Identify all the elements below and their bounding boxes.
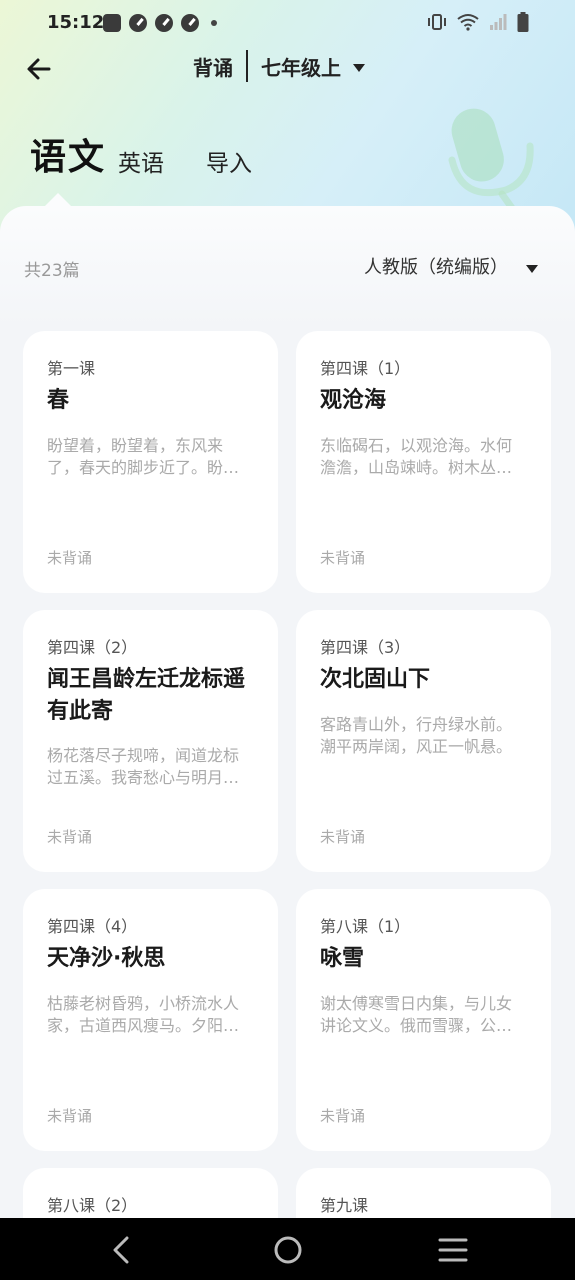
recents-nav-icon[interactable]: [433, 1230, 473, 1270]
card-lesson-number: 第九课: [320, 1196, 369, 1215]
lesson-card[interactable]: 第一课 春 盼望着，盼望着，东风来了，春天的脚步近了。盼望着，盼望着，东风来了，…: [23, 331, 278, 593]
chevron-down-icon: [526, 265, 538, 273]
dot-icon: [211, 20, 217, 26]
card-title: 天净沙·秋思: [47, 946, 166, 971]
card-status: 未背诵: [47, 1107, 93, 1125]
active-tab-indicator: [44, 193, 72, 207]
home-nav-icon[interactable]: [268, 1230, 308, 1270]
mode-label: 背诵: [193, 55, 233, 80]
card-excerpt: 谢太傅寒雪日内集，与儿女讲论文义。俄而雪骤，公欣然曰。: [320, 994, 513, 1035]
gauge-icon: [129, 14, 147, 32]
lesson-card[interactable]: 第四课（1） 观沧海 东临碣石，以观沧海。水何澹澹，山岛竦峙。树木丛生，百草丰茂…: [296, 331, 551, 593]
back-nav-icon[interactable]: [102, 1230, 142, 1270]
card-title: 春: [47, 388, 70, 413]
card-title: 闻王昌龄左迁龙标遥有此寄: [47, 667, 246, 724]
card-title: 观沧海: [320, 388, 387, 413]
lesson-card[interactable]: 第四课（3） 次北固山下 客路青山外，行舟绿水前。潮平两岸阔，风正一帆悬。 未背…: [296, 610, 551, 872]
card-title: 咏雪: [320, 946, 365, 971]
card-status: 未背诵: [47, 549, 93, 567]
wifi-icon: [457, 14, 479, 31]
lesson-card[interactable]: 第九课: [296, 1168, 551, 1218]
card-lesson-number: 第四课（3）: [320, 638, 411, 657]
mode-grade-selector[interactable]: 背诵 七年级上: [193, 50, 365, 82]
system-nav-bar: [0, 1218, 575, 1280]
tab-english[interactable]: 英语: [118, 144, 164, 178]
tab-import[interactable]: 导入: [206, 144, 252, 178]
card-excerpt: 盼望着，盼望着，东风来了，春天的脚步近了。盼望着，盼望着，东风来了，春天的脚步近…: [47, 436, 240, 477]
card-status: 未背诵: [320, 1107, 366, 1125]
grade-label: 七年级上: [261, 55, 341, 80]
notification-bag-icon: [103, 14, 121, 32]
title-divider: [246, 50, 248, 82]
card-excerpt: 杨花落尽子规啼，闻道龙标过五溪。我寄愁心与明月，随君直到夜郎西。: [47, 746, 240, 787]
gauge-icon: [155, 14, 173, 32]
signal-icon: [490, 14, 507, 30]
card-excerpt: 枯藤老树昏鸦，小桥流水人家，古道西风瘦马。夕阳西下，断肠人在天涯。: [47, 994, 240, 1035]
edition-label: 人教版（统编版）: [364, 257, 508, 278]
card-status: 未背诵: [47, 828, 93, 846]
status-bar: 15:12: [0, 0, 575, 48]
battery-icon: [517, 12, 529, 32]
tab-chinese[interactable]: 语文: [30, 128, 106, 180]
lesson-card[interactable]: 第八课（2）: [23, 1168, 278, 1218]
status-time: 15:12: [47, 12, 105, 33]
card-excerpt: 客路青山外，行舟绿水前。潮平两岸阔，风正一帆悬。: [320, 715, 513, 756]
edition-selector[interactable]: 人教版（统编版）: [364, 253, 538, 279]
status-notification-icons: [103, 14, 217, 32]
card-lesson-number: 第八课（1）: [320, 917, 411, 936]
gauge-icon: [181, 14, 199, 32]
chevron-down-icon: [353, 64, 365, 72]
card-excerpt: 东临碣石，以观沧海。水何澹澹，山岛竦峙。树木丛生，百草丰茂。: [320, 436, 513, 477]
card-lesson-number: 第四课（4）: [47, 917, 138, 936]
card-lesson-number: 第四课（1）: [320, 359, 411, 378]
top-bar: 背诵 七年级上: [0, 48, 575, 92]
card-status: 未背诵: [320, 549, 366, 567]
card-lesson-number: 第一课: [47, 359, 96, 378]
vibrate-icon: [428, 14, 446, 30]
lesson-card[interactable]: 第四课（4） 天净沙·秋思 枯藤老树昏鸦，小桥流水人家，古道西风瘦马。夕阳西下，…: [23, 889, 278, 1151]
status-system-icons: [427, 12, 529, 32]
article-count: 共23篇: [24, 261, 80, 281]
card-status: 未背诵: [320, 828, 366, 846]
subject-tabs: 语文 英语 导入: [0, 128, 575, 188]
lesson-card[interactable]: 第四课（2） 闻王昌龄左迁龙标遥有此寄 杨花落尽子规啼，闻道龙标过五溪。我寄愁心…: [23, 610, 278, 872]
lesson-card[interactable]: 第八课（1） 咏雪 谢太傅寒雪日内集，与儿女讲论文义。俄而雪骤，公欣然曰。 未背…: [296, 889, 551, 1151]
card-lesson-number: 第四课（2）: [47, 638, 138, 657]
back-arrow-icon[interactable]: [22, 52, 56, 86]
card-lesson-number: 第八课（2）: [47, 1196, 138, 1215]
card-title: 次北固山下: [320, 667, 431, 692]
